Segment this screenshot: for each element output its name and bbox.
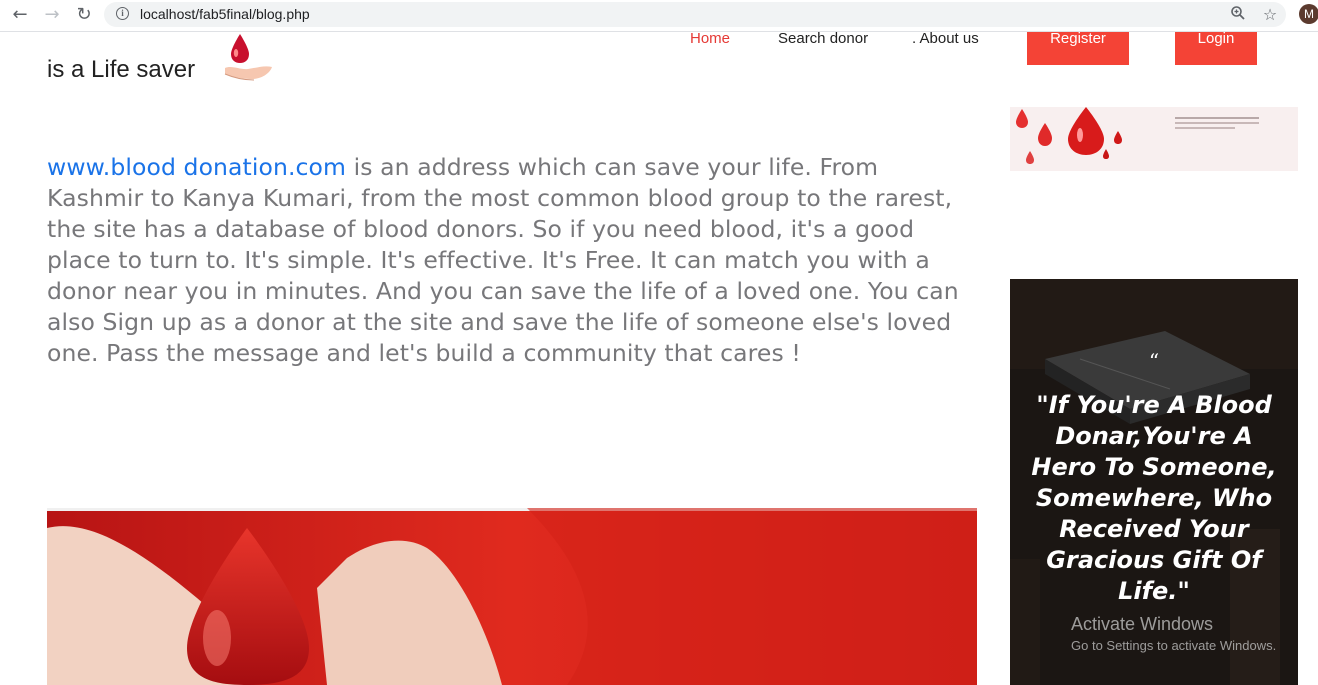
nav-about-link[interactable]: . About us: [912, 30, 979, 47]
site-info-icon[interactable]: i: [116, 7, 129, 20]
quote-mark-icon: “: [1148, 349, 1160, 373]
bookmark-star-icon[interactable]: ☆: [1260, 5, 1280, 24]
forward-arrow-icon[interactable]: →: [40, 4, 64, 26]
sidebar-banner-image: [1010, 107, 1298, 171]
hero-image: [47, 508, 977, 685]
blood-drop-hand-logo: [222, 32, 276, 88]
nav-home-link[interactable]: Home: [690, 30, 730, 47]
article-text: is an address which can save your life. …: [47, 153, 959, 367]
article-body: www.blood donation.com is an address whi…: [47, 152, 977, 369]
profile-avatar[interactable]: M: [1299, 4, 1318, 24]
quote-text: "If You're A Blood Donar,You're A Hero T…: [1031, 391, 1277, 605]
login-button[interactable]: Login: [1175, 31, 1257, 65]
address-bar[interactable]: i localhost/fab5final/blog.php ☆: [104, 2, 1286, 27]
brand-tagline: is a Life saver: [47, 56, 196, 83]
nav-search-donor-link[interactable]: Search donor: [778, 30, 868, 47]
browser-toolbar: ← → ↻ i localhost/fab5final/blog.php ☆ M: [0, 0, 1318, 32]
reload-icon[interactable]: ↻: [72, 4, 96, 26]
site-link[interactable]: www.blood donation.com: [47, 153, 346, 181]
activate-windows-subtitle: Go to Settings to activate Windows.: [1071, 638, 1277, 653]
register-button[interactable]: Register: [1027, 31, 1129, 65]
activate-windows-title: Activate Windows: [1071, 614, 1214, 634]
back-arrow-icon[interactable]: ←: [8, 4, 32, 26]
url-text[interactable]: localhost/fab5final/blog.php: [140, 6, 310, 22]
zoom-icon[interactable]: [1228, 5, 1248, 24]
